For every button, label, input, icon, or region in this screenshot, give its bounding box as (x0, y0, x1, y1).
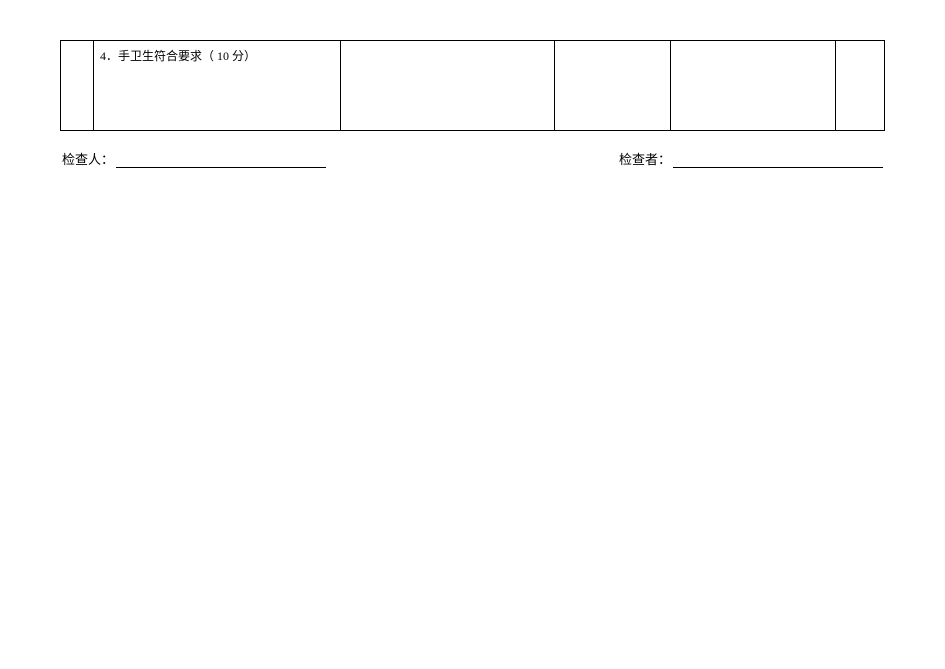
signature-right: 检查者： (619, 149, 883, 168)
cell-empty-1 (341, 41, 555, 131)
cell-empty-4 (835, 41, 884, 131)
cell-item-text: 4．手卫生符合要求（ 10 分） (100, 49, 256, 63)
evaluation-table: 4．手卫生符合要求（ 10 分） (60, 40, 885, 131)
cell-empty-3 (670, 41, 835, 131)
signature-right-line[interactable] (673, 154, 883, 168)
signature-left-line[interactable] (116, 154, 326, 168)
cell-item: 4．手卫生符合要求（ 10 分） (93, 41, 340, 131)
signature-row: 检查人： 检查者： (60, 149, 885, 168)
cell-category (61, 41, 94, 131)
signature-left-label: 检查人： (62, 149, 114, 168)
table-row: 4．手卫生符合要求（ 10 分） (61, 41, 885, 131)
document-page: 4．手卫生符合要求（ 10 分） 检查人： 检查者： (0, 0, 945, 188)
cell-empty-2 (555, 41, 670, 131)
signature-right-label: 检查者： (619, 149, 671, 168)
signature-left: 检查人： (62, 149, 326, 168)
